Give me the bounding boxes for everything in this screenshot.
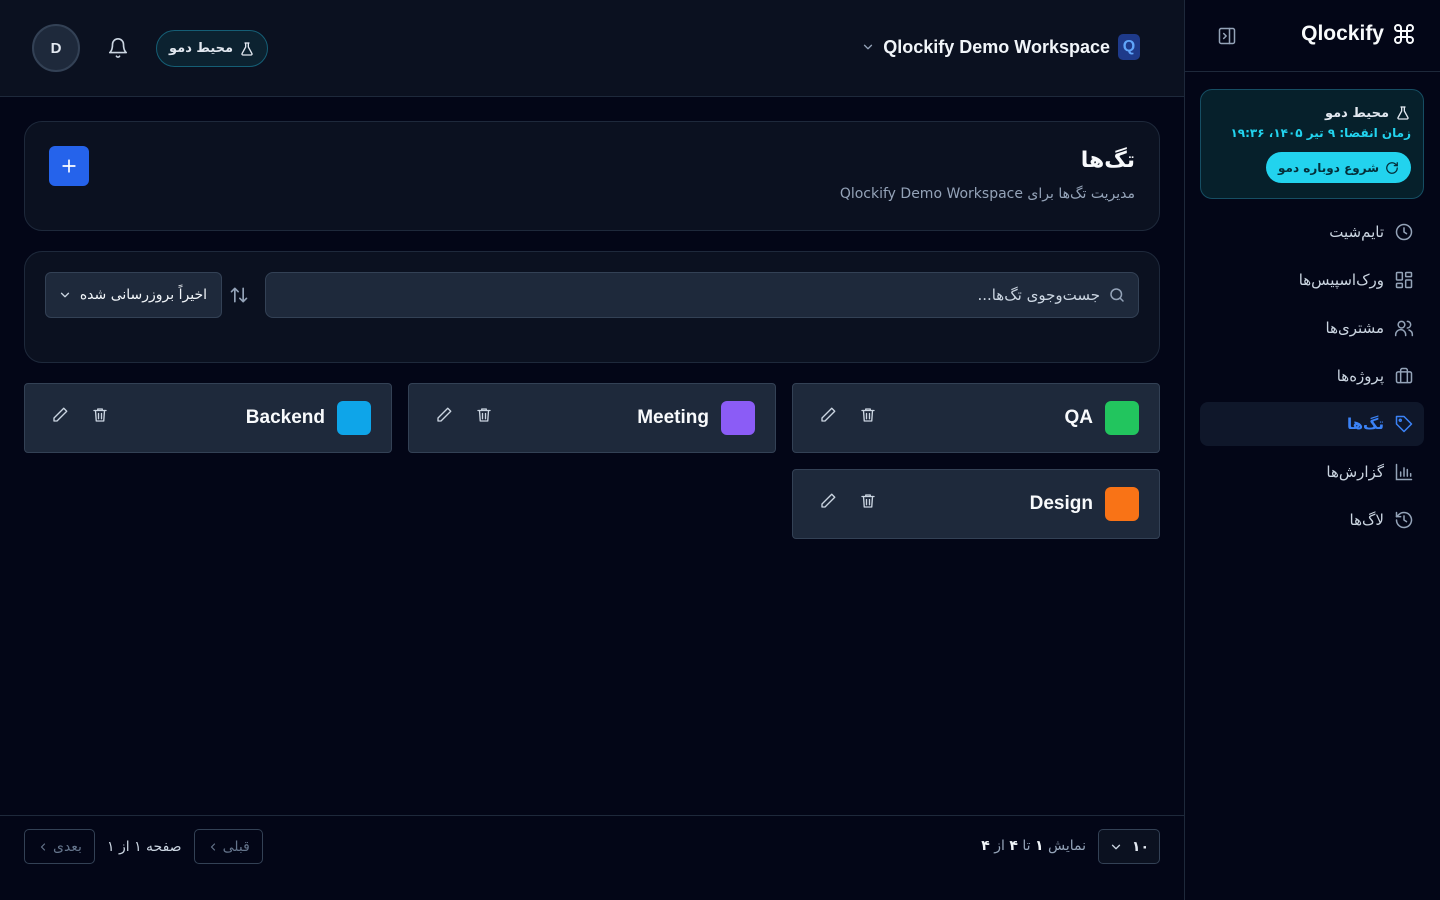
top-header: D محیط دمو Q Qlockify Demo Workspace xyxy=(0,0,1184,97)
refresh-icon xyxy=(1385,161,1399,175)
workspace-badge: Q xyxy=(1118,34,1140,60)
sidebar-item-logs[interactable]: لاگ‌ها xyxy=(1200,498,1424,542)
per-page-value: ۱۰ xyxy=(1131,838,1149,855)
demo-info-card: محیط دمو زمان انقضا: ۹ تیر ۱۴۰۵، ۱۹:۳۶ ش… xyxy=(1200,89,1424,199)
workspace-selector[interactable]: Q Qlockify Demo Workspace xyxy=(861,34,1140,60)
add-tag-button[interactable] xyxy=(49,146,89,186)
chevron-down-icon xyxy=(58,288,72,302)
tag-color-swatch xyxy=(1105,487,1139,521)
bar-chart-icon xyxy=(1394,462,1414,482)
trash-icon[interactable] xyxy=(859,492,877,510)
sidebar-item-reports[interactable]: گزارش‌ها xyxy=(1200,450,1424,494)
sidebar-collapse-icon[interactable] xyxy=(1215,26,1237,48)
tag-color-swatch xyxy=(1105,401,1139,435)
tag-card: Meeting xyxy=(408,383,776,453)
sort-select[interactable]: اخیراً بروزرسانی شده xyxy=(45,272,222,318)
search-input[interactable] xyxy=(278,286,1100,304)
sidebar: Qlockify محیط دمو زمان انقضا: ۹ تیر ۱۴۰۵… xyxy=(1184,0,1440,900)
page-info: صفحه ۱ از ۱ xyxy=(106,838,182,855)
command-icon xyxy=(1392,22,1416,46)
sidebar-item-projects[interactable]: پروژه‌ها xyxy=(1200,354,1424,398)
prev-page-label: قبلی xyxy=(222,838,250,855)
trash-icon[interactable] xyxy=(859,406,877,424)
pagination-footer: ۱۰ نمایش ۱ تا ۴ از ۴ بعدی صفحه ۱ از ۱ قب… xyxy=(0,815,1184,900)
tag-card: QA xyxy=(792,383,1160,453)
sidebar-item-label: لاگ‌ها xyxy=(1349,511,1384,529)
brand-name: Qlockify xyxy=(1301,22,1384,45)
sidebar-nav: تایم‌شیت ورک‌اسپیس‌ها مشتری‌ها پروژه‌ها … xyxy=(1200,210,1424,546)
sidebar-item-label: پروژه‌ها xyxy=(1336,367,1384,385)
plus-icon xyxy=(59,156,79,176)
users-icon xyxy=(1394,318,1414,338)
tag-name: Design xyxy=(1029,493,1093,514)
chevron-down-icon xyxy=(1109,840,1123,854)
sort-select-value: اخیراً بروزرسانی شده xyxy=(79,287,207,303)
sidebar-item-workspaces[interactable]: ورک‌اسپیس‌ها xyxy=(1200,258,1424,302)
tag-card: Backend xyxy=(24,383,392,453)
user-avatar[interactable]: D xyxy=(32,24,80,72)
page-subtitle: مدیریت تگ‌ها برای Qlockify Demo Workspac… xyxy=(839,186,1135,202)
demo-pill-label: محیط دمو xyxy=(169,41,234,56)
search-box[interactable] xyxy=(265,272,1139,318)
restart-demo-button[interactable]: شروع دوباره دمو xyxy=(1265,152,1411,183)
bell-icon[interactable] xyxy=(107,37,129,59)
sidebar-item-clients[interactable]: مشتری‌ها xyxy=(1200,306,1424,350)
pager: بعدی صفحه ۱ از ۱ قبلی xyxy=(24,829,263,864)
brand[interactable]: Qlockify xyxy=(1301,22,1416,46)
history-icon xyxy=(1394,510,1414,530)
tag-icon xyxy=(1394,414,1414,434)
pencil-icon[interactable] xyxy=(51,406,69,424)
tag-name: QA xyxy=(1064,407,1094,428)
filter-card: اخیراً بروزرسانی شده xyxy=(24,251,1160,363)
workspace-name: Qlockify Demo Workspace xyxy=(883,36,1110,57)
demo-environment-badge: محیط دمو xyxy=(156,30,269,67)
sidebar-item-timesheet[interactable]: تایم‌شیت xyxy=(1200,210,1424,254)
pencil-icon[interactable] xyxy=(435,406,453,424)
sort-direction-icon[interactable] xyxy=(229,285,249,305)
sidebar-item-label: ورک‌اسپیس‌ها xyxy=(1298,271,1384,289)
grid-icon xyxy=(1394,270,1414,290)
chevron-left-icon xyxy=(207,841,219,853)
trash-icon[interactable] xyxy=(91,406,109,424)
pencil-icon[interactable] xyxy=(819,492,837,510)
tag-color-swatch xyxy=(721,401,755,435)
chevron-down-icon xyxy=(861,40,875,54)
demo-expiry: زمان انقضا: ۹ تیر ۱۴۰۵، ۱۹:۳۶ xyxy=(1230,126,1411,140)
next-page-label: بعدی xyxy=(53,838,82,855)
sidebar-item-label: گزارش‌ها xyxy=(1326,463,1384,481)
prev-page-button[interactable]: قبلی xyxy=(193,829,263,864)
tag-card: Design xyxy=(792,469,1160,539)
pencil-icon[interactable] xyxy=(819,406,837,424)
trash-icon[interactable] xyxy=(475,406,493,424)
restart-demo-label: شروع دوباره دمو xyxy=(1277,160,1379,175)
chevron-left-icon xyxy=(37,841,49,853)
next-page-button[interactable]: بعدی xyxy=(24,829,95,864)
flask-icon xyxy=(239,41,255,57)
briefcase-icon xyxy=(1394,366,1414,386)
sidebar-item-label: تایم‌شیت xyxy=(1329,223,1384,241)
tag-name: Meeting xyxy=(637,407,709,428)
sidebar-item-label: تگ‌ها xyxy=(1346,415,1384,433)
tag-name: Backend xyxy=(245,407,325,428)
showing-count: نمایش ۱ تا ۴ از ۴ xyxy=(981,838,1086,854)
sidebar-item-tags[interactable]: تگ‌ها xyxy=(1200,402,1424,446)
per-page-select[interactable]: ۱۰ xyxy=(1098,829,1160,864)
page-title: تگ‌ها xyxy=(1080,148,1135,173)
search-icon xyxy=(1108,286,1126,304)
sidebar-item-label: مشتری‌ها xyxy=(1325,319,1384,337)
flask-icon xyxy=(1395,105,1411,121)
page-header-card: تگ‌ها مدیریت تگ‌ها برای Qlockify Demo Wo… xyxy=(24,121,1160,231)
clock-icon xyxy=(1394,222,1414,242)
tag-color-swatch xyxy=(337,401,371,435)
demo-title: محیط دمو xyxy=(1324,105,1389,121)
